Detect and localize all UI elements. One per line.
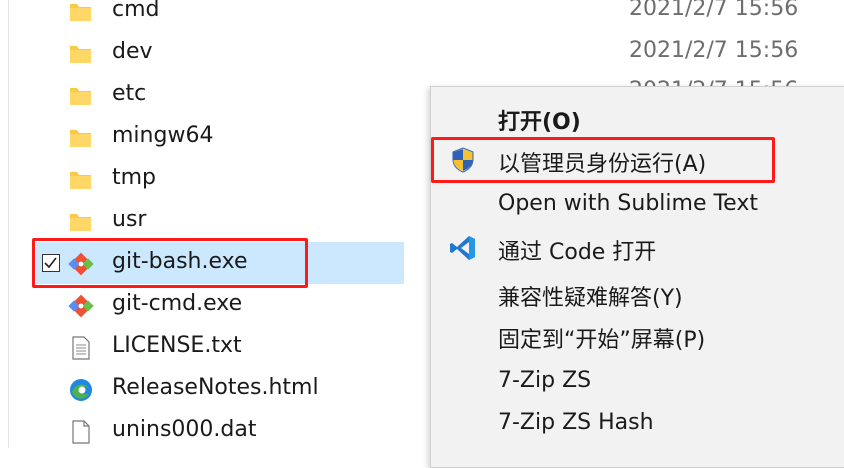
file-row-cmd[interactable]: cmd 2021/2/7 15:56 xyxy=(38,0,844,32)
row-checkbox[interactable] xyxy=(42,254,60,272)
file-date: 2021/2/7 15:56 xyxy=(629,38,799,63)
file-name: etc xyxy=(112,81,147,106)
git-icon xyxy=(68,252,94,276)
menu-item-open-vscode[interactable]: 通过 Code 打开 xyxy=(431,227,844,269)
context-menu: 打开(O) 以管理员身份运行(A) Open with Sublime Text… xyxy=(430,86,844,468)
file-name: LICENSE.txt xyxy=(112,333,242,358)
file-name: usr xyxy=(112,207,147,232)
file-date: 2021/2/7 15:56 xyxy=(629,0,799,21)
menu-item-7zip-hash[interactable]: 7-Zip ZS Hash xyxy=(431,403,844,445)
blank-file-icon xyxy=(72,420,90,444)
menu-item-open[interactable]: 打开(O) xyxy=(431,97,844,139)
folder-icon xyxy=(70,130,91,147)
menu-item-run-as-admin[interactable]: 以管理员身份运行(A) xyxy=(431,139,844,181)
file-name: cmd xyxy=(112,0,160,22)
menu-item-label: 通过 Code 打开 xyxy=(498,240,657,265)
menu-item-label: 兼容性疑难解答(Y) xyxy=(498,286,683,311)
menu-item-label: 打开(O) xyxy=(498,110,581,135)
menu-item-label: 7-Zip ZS xyxy=(498,368,592,393)
uac-shield-icon xyxy=(452,147,474,173)
menu-item-pin-to-start[interactable]: 固定到“开始”屏幕(P) xyxy=(431,315,844,357)
menu-item-label: 固定到“开始”屏幕(P) xyxy=(498,328,706,353)
file-name: ReleaseNotes.html xyxy=(112,375,319,400)
text-file-icon xyxy=(72,336,90,360)
file-name: dev xyxy=(112,39,153,64)
file-name: git-cmd.exe xyxy=(112,291,243,316)
menu-item-label: 以管理员身份运行(A) xyxy=(498,152,707,177)
vscode-icon xyxy=(450,236,475,260)
file-row-dev[interactable]: dev 2021/2/7 15:56 xyxy=(38,32,844,74)
menu-item-label: Open with Sublime Text xyxy=(498,191,758,216)
menu-item-label: 7-Zip ZS Hash xyxy=(498,410,654,435)
folder-icon xyxy=(70,88,91,105)
git-icon xyxy=(68,294,94,318)
folder-icon xyxy=(70,46,91,63)
window-left-edge xyxy=(0,0,9,448)
folder-icon xyxy=(70,172,91,189)
edge-icon xyxy=(70,379,92,401)
folder-icon xyxy=(70,214,91,231)
file-row-git-bash[interactable]: git-bash.exe xyxy=(36,242,404,284)
folder-icon xyxy=(70,4,91,21)
file-name: mingw64 xyxy=(112,123,214,148)
menu-item-compat-troubleshoot[interactable]: 兼容性疑难解答(Y) xyxy=(431,273,844,315)
menu-item-7zip[interactable]: 7-Zip ZS xyxy=(431,361,844,403)
file-name: unins000.dat xyxy=(112,417,257,442)
menu-item-open-sublime[interactable]: Open with Sublime Text xyxy=(431,184,844,226)
file-name: git-bash.exe xyxy=(112,249,248,274)
file-name: tmp xyxy=(112,165,157,190)
